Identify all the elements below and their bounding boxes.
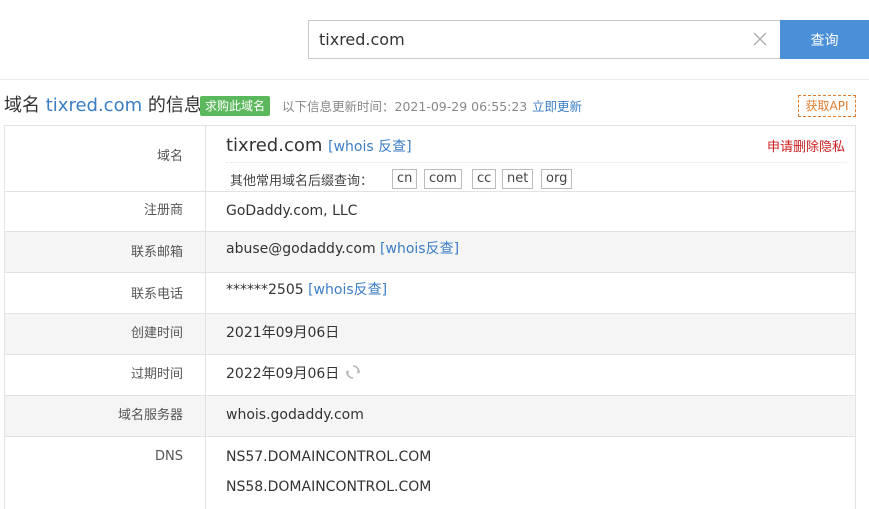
phone-whois-link[interactable]: [whois反查] — [308, 282, 387, 298]
table-row-dns: DNS NS57.DOMAINCONTROL.COM NS58.DOMAINCO… — [5, 437, 855, 509]
title-domain: tixred.com — [45, 95, 143, 116]
row-label: 联系电话 — [5, 273, 206, 313]
expires-value: 2022年09月06日 — [226, 355, 361, 394]
refresh-icon[interactable] — [345, 364, 361, 380]
whois-info-table: 域名 tixred.com [whois 反查] 申请删除隐私 其他常用域名后缀… — [4, 125, 856, 509]
table-row-phone: 联系电话 ******2505 [whois反查] — [5, 273, 855, 314]
page-header: 域名 tixred.com 的信息 求购此域名 以下信息更新时间：2021-09… — [4, 94, 864, 120]
page-title: 域名 tixred.com 的信息 — [4, 94, 202, 118]
dns-server-1: NS57.DOMAINCONTROL.COM — [226, 449, 432, 465]
suffix-query-label: 其他常用域名后缀查询： — [230, 174, 374, 189]
row-label: 创建时间 — [5, 314, 206, 354]
table-row-email: 联系邮箱 abuse@godaddy.com [whois反查] — [5, 232, 855, 273]
buy-domain-button[interactable]: 求购此域名 — [200, 96, 271, 116]
email-value: abuse@godaddy.com [whois反查] — [226, 232, 459, 266]
table-row-nameserver: 域名服务器 whois.godaddy.com — [5, 396, 855, 437]
suffix-tag-net[interactable]: net — [502, 169, 534, 189]
update-now-link[interactable]: 立即更新 — [532, 98, 582, 116]
nameserver-value: whois.godaddy.com — [226, 407, 364, 423]
search-bar: 查询 — [308, 20, 869, 59]
search-input-box — [308, 20, 780, 59]
row-label: 联系邮箱 — [5, 232, 206, 272]
close-icon[interactable] — [752, 31, 768, 47]
domain-name: tixred.com — [226, 135, 323, 156]
row-label: 注册商 — [5, 192, 206, 231]
table-row-expires: 过期时间 2022年09月06日 — [5, 355, 855, 396]
whois-reverse-link[interactable]: [whois 反查] — [328, 139, 411, 155]
get-api-button[interactable]: 获取API — [798, 95, 856, 117]
suffix-tag-cc[interactable]: cc — [472, 169, 497, 189]
suffix-tag-cn[interactable]: cn — [392, 169, 418, 189]
suffix-query-line: 其他常用域名后缀查询： cn com cc net org — [226, 162, 846, 190]
row-label: 域名 — [5, 126, 206, 191]
email-text: abuse@godaddy.com — [226, 241, 376, 257]
created-value: 2021年09月06日 — [226, 325, 340, 341]
row-label: DNS — [5, 437, 206, 509]
phone-text: ******2505 — [226, 282, 304, 298]
title-prefix: 域名 — [4, 95, 40, 116]
table-row-created: 创建时间 2021年09月06日 — [5, 314, 855, 355]
table-row-registrar: 注册商 GoDaddy.com, LLC — [5, 192, 855, 232]
domain-value: tixred.com [whois 反查] — [226, 134, 412, 159]
suffix-tag-org[interactable]: org — [541, 169, 573, 189]
phone-value: ******2505 [whois反查] — [226, 273, 387, 307]
remove-privacy-link[interactable]: 申请删除隐私 — [767, 136, 845, 155]
search-input[interactable] — [319, 21, 749, 58]
expires-text: 2022年09月06日 — [226, 366, 340, 382]
update-time-text: 以下信息更新时间：2021-09-29 06:55:23 — [282, 99, 528, 114]
dns-server-2: NS58.DOMAINCONTROL.COM — [226, 479, 432, 495]
registrar-value: GoDaddy.com, LLC — [226, 203, 358, 219]
table-row-domain: 域名 tixred.com [whois 反查] 申请删除隐私 其他常用域名后缀… — [5, 126, 855, 192]
email-whois-link[interactable]: [whois反查] — [380, 241, 459, 257]
divider — [0, 79, 869, 80]
row-label: 过期时间 — [5, 355, 206, 395]
row-label: 域名服务器 — [5, 396, 206, 436]
title-suffix: 的信息 — [147, 95, 202, 116]
suffix-tag-com[interactable]: com — [424, 169, 462, 189]
search-button[interactable]: 查询 — [780, 20, 869, 59]
